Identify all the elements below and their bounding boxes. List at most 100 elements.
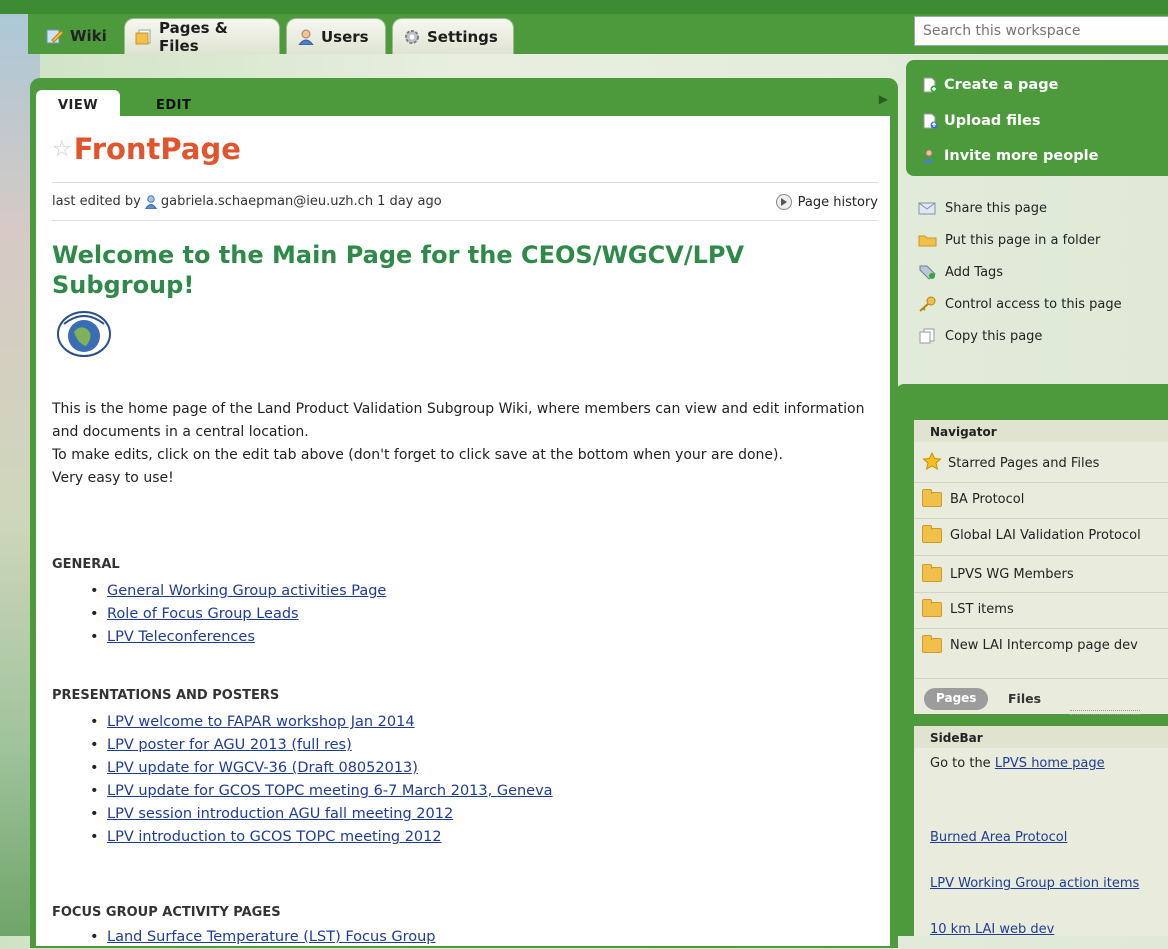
intro-paragraph: This is the home page of the Land Produc…: [52, 401, 865, 440]
put-in-folder-link[interactable]: Put this page in a folder: [918, 232, 1100, 248]
folder-icon: [922, 489, 942, 507]
page-link[interactable]: Land Surface Temperature (LST) Focus Gro…: [107, 929, 436, 945]
tool-label: Control access to this page: [945, 296, 1122, 312]
nav-item-label: Global LAI Validation Protocol: [950, 528, 1141, 543]
folder-icon: [918, 232, 938, 248]
invite-people-button[interactable]: Invite more people: [922, 148, 1098, 164]
list-item: LPV session introduction AGU fall meetin…: [90, 803, 553, 826]
tool-label: Copy this page: [945, 328, 1043, 344]
navigator-panel: Navigator Starred Pages and Files BA Pro…: [914, 420, 1168, 715]
page-link[interactable]: Role of Focus Group Leads: [107, 606, 299, 622]
page-title: FrontPage: [73, 132, 241, 166]
action-label: Invite more people: [944, 148, 1099, 164]
page-link[interactable]: LPV update for WGCV-36 (Draft 08052013): [107, 760, 418, 776]
tab-pages-files[interactable]: Pages & Files: [124, 18, 280, 55]
sidebar-link: Burned Area Protocol: [930, 830, 1067, 845]
share-page-link[interactable]: Share this page: [918, 200, 1047, 216]
user-icon: [144, 194, 158, 209]
copy-page-link[interactable]: Copy this page: [918, 328, 1042, 344]
ceos-logo: [56, 306, 112, 358]
folder-icon: [922, 525, 942, 543]
divider: [914, 482, 1168, 483]
star-icon: [922, 451, 942, 474]
nav-item-folder[interactable]: LST items: [922, 599, 1014, 617]
divider: [52, 182, 878, 183]
control-access-link[interactable]: Control access to this page: [918, 296, 1122, 312]
upload-icon: [922, 113, 938, 129]
divider: [914, 518, 1168, 519]
divider: [52, 220, 878, 221]
tab-settings[interactable]: Settings: [392, 18, 514, 54]
page-history-link[interactable]: Page history: [775, 194, 878, 210]
folder-icon: [922, 599, 942, 617]
view-edit-tabs: VIEW EDIT ▶: [36, 84, 894, 120]
nav-item-folder[interactable]: BA Protocol: [922, 489, 1025, 507]
nav-item-folder[interactable]: Global LAI Validation Protocol: [922, 525, 1141, 543]
editor-link[interactable]: gabriela.schaepman@ieu.uzh.ch: [161, 194, 373, 209]
create-page-button[interactable]: Create a page: [922, 77, 1058, 93]
copy-icon: [918, 328, 938, 344]
new-page-icon: [922, 77, 938, 93]
section-title: PRESENTATIONS AND POSTERS: [52, 688, 280, 703]
gear-icon: [403, 29, 421, 45]
folder-icon: [922, 635, 942, 653]
list-item: LPV Teleconferences: [90, 626, 386, 649]
sidebar-panel: SideBar Go to the LPVS home page Burned …: [914, 726, 1168, 937]
page-link[interactable]: LPV introduction to GCOS TOPC meeting 20…: [107, 829, 442, 845]
sidebar-title: SideBar: [914, 726, 1168, 748]
tool-label: Share this page: [945, 200, 1047, 216]
last-edited: last edited by gabriela.schaepman@ieu.uz…: [52, 194, 442, 209]
list-item: LPV poster for AGU 2013 (full res): [90, 734, 553, 757]
nav-item-label: BA Protocol: [950, 492, 1025, 507]
divider: [914, 592, 1168, 593]
list-item: Land Surface Temperature (LST) Focus Gro…: [90, 926, 436, 949]
star-icon[interactable]: ☆: [52, 137, 72, 162]
action-label: Upload files: [944, 113, 1041, 129]
action-label: Create a page: [944, 77, 1059, 93]
goto-prefix: Go to the: [930, 756, 991, 771]
edited-ago: 1 day ago: [377, 194, 442, 209]
pages-icon: [135, 29, 153, 45]
tab-pages[interactable]: Pages: [924, 688, 989, 710]
search-input[interactable]: [914, 16, 1168, 46]
burned-area-link[interactable]: Burned Area Protocol: [930, 830, 1067, 845]
lpvs-home-link[interactable]: LPVS home page: [995, 756, 1105, 771]
nav-item-label: Starred Pages and Files: [948, 455, 1100, 471]
nav-item-starred[interactable]: Starred Pages and Files: [922, 451, 1100, 474]
tab-users[interactable]: Users: [286, 18, 386, 54]
key-icon: [918, 296, 938, 312]
users-icon: [297, 29, 315, 45]
tool-label: Put this page in a folder: [945, 232, 1101, 248]
divider: [914, 678, 1168, 679]
list-item: LPV introduction to GCOS TOPC meeting 20…: [90, 826, 553, 849]
nav-item-label: New LAI Intercomp page dev: [950, 638, 1138, 653]
intro-paragraph: To make edits, click on the edit tab abo…: [52, 447, 783, 463]
page-link[interactable]: LPV welcome to FAPAR workshop Jan 2014: [107, 714, 415, 730]
page-link[interactable]: LPV Teleconferences: [107, 629, 255, 645]
section-title: GENERAL: [52, 557, 120, 572]
page-link[interactable]: LPV poster for AGU 2013 (full res): [107, 737, 352, 753]
action-items-link[interactable]: LPV Working Group action items: [930, 876, 1139, 891]
upload-files-button[interactable]: Upload files: [922, 113, 1040, 129]
tab-files[interactable]: Files: [1008, 691, 1041, 706]
sidebar-link: 10 km LAI web dev: [930, 922, 1054, 937]
page-link[interactable]: LPV session introduction AGU fall meetin…: [107, 806, 453, 822]
history-label: Page history: [797, 194, 878, 210]
divider: [914, 555, 1168, 556]
intro-paragraph: Very easy to use!: [52, 470, 174, 486]
tab-wiki[interactable]: Wiki: [36, 18, 122, 54]
lai-web-dev-link[interactable]: 10 km LAI web dev: [930, 922, 1054, 937]
list-item: LPV update for WGCV-36 (Draft 08052013): [90, 757, 553, 780]
add-tags-link[interactable]: Add Tags: [918, 264, 1003, 280]
page-link[interactable]: LPV update for GCOS TOPC meeting 6-7 Mar…: [107, 783, 553, 799]
nav-item-folder[interactable]: New LAI Intercomp page dev: [922, 635, 1138, 653]
arrow-right-icon[interactable]: ▶: [879, 92, 888, 106]
resize-handle[interactable]: [1070, 710, 1140, 715]
list-item: LPV welcome to FAPAR workshop Jan 2014: [90, 711, 553, 734]
nav-item-folder[interactable]: LPVS WG Members: [922, 564, 1074, 582]
last-edited-prefix: last edited by: [52, 194, 141, 209]
pencil-page-icon: [46, 28, 64, 44]
list-item: General Working Group activities Page: [90, 580, 386, 603]
page-link[interactable]: General Working Group activities Page: [107, 583, 386, 599]
tab-label: Pages & Files: [159, 18, 228, 55]
